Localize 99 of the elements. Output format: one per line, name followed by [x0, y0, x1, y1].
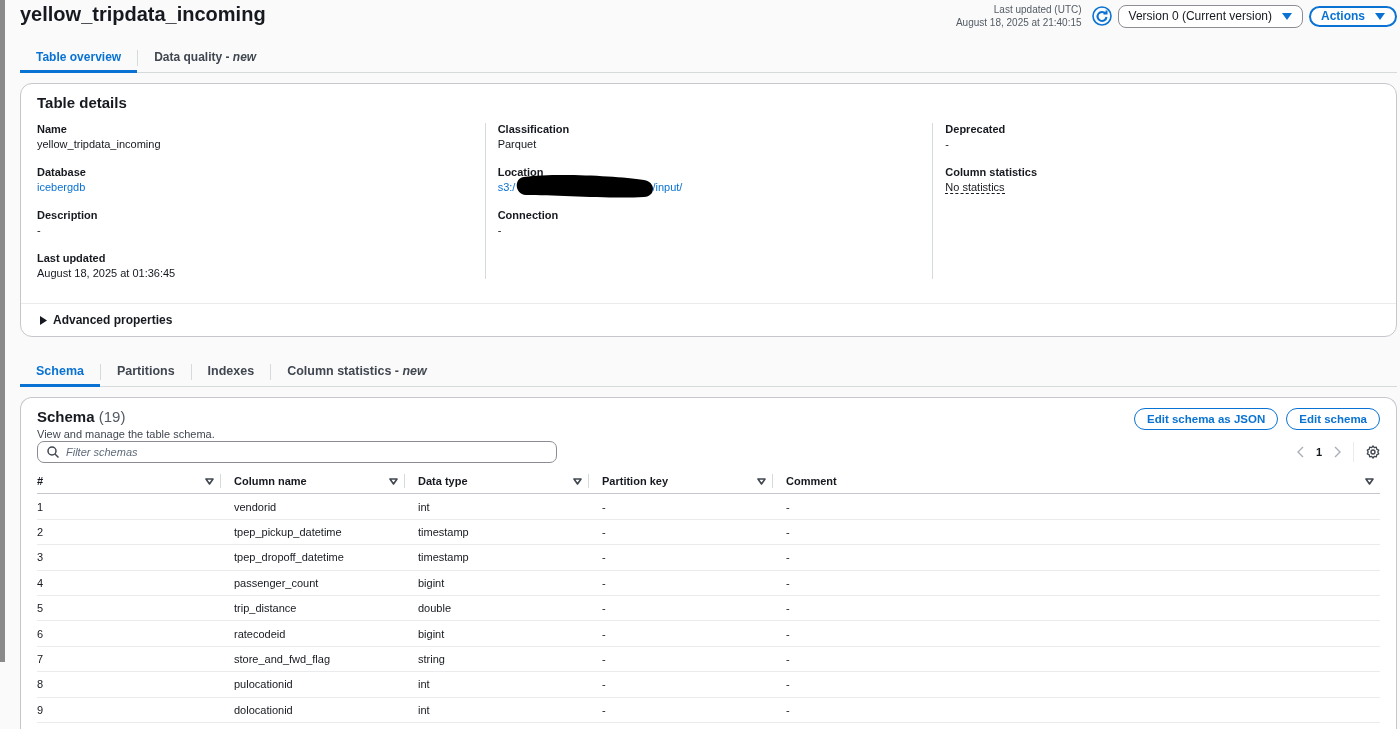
field-value: yellow_tripdata_incoming [37, 138, 162, 150]
caret-icon [1375, 12, 1385, 20]
advanced-properties-toggle[interactable]: Advanced properties [21, 303, 1396, 336]
table-cell-text: - [785, 525, 791, 538]
table-cell-text: 7 [37, 652, 45, 665]
field-value: Parquet [497, 138, 538, 150]
table-cell-text: - [601, 551, 607, 564]
sort-icon[interactable] [573, 477, 582, 485]
tab[interactable]: Partitions [100, 357, 191, 387]
field-label: Column statistics [945, 166, 1038, 178]
table-cell-text: ratecodeid [233, 627, 287, 640]
search-icon [47, 446, 59, 458]
field-value: - [945, 138, 950, 150]
field-label: Connection [497, 209, 560, 221]
table-cell-text: - [601, 525, 607, 538]
card-title: Table details [37, 94, 127, 111]
field-label: Description [37, 209, 99, 221]
edit-button[interactable]: Edit schema [1286, 408, 1380, 430]
table-cell-text: store_and_fwd_flag [233, 652, 331, 665]
table-cell-text: int [417, 500, 431, 513]
table-cell-text: bigint [417, 627, 446, 640]
table-cell-text: timestamp [417, 525, 470, 538]
table-cell-text: passenger_count [233, 576, 320, 589]
table-cell-text: 3 [37, 551, 45, 564]
edit-button[interactable]: Edit schema as JSON [1134, 408, 1279, 430]
card-title: Schema (19) [37, 408, 127, 425]
tab[interactable]: Data quality - new [138, 43, 273, 73]
table-cell-text: - [601, 500, 607, 513]
table-cell-text: timestamp [417, 551, 470, 564]
field-label: Location [497, 166, 545, 178]
table-cell-text: string [417, 652, 446, 665]
table-cell-text: 1 [37, 500, 45, 513]
location-link[interactable]: /input/ [652, 181, 683, 193]
settings-icon[interactable] [1366, 445, 1380, 459]
table-cell-text: - [601, 678, 607, 691]
field-value[interactable]: No statistics [945, 181, 1005, 194]
table-cell-text: - [601, 627, 607, 640]
sort-icon[interactable] [757, 477, 766, 485]
table-cell-text: tpep_pickup_datetime [233, 525, 343, 538]
table-cell-text: pulocationid [233, 678, 294, 691]
field-label: Deprecated [945, 123, 1007, 135]
column-header: Data type [418, 475, 468, 488]
table-cell-text: - [601, 602, 607, 615]
actions-button[interactable]: Actions [1309, 5, 1397, 27]
table-cell-text: - [785, 703, 791, 716]
card-description: View and manage the table schema. [37, 428, 215, 440]
sort-icon[interactable] [205, 477, 214, 485]
field-label: Last updated [37, 252, 107, 264]
table-cell-text: 4 [37, 576, 45, 589]
column-header: Column name [234, 475, 307, 488]
table-cell-text: int [417, 678, 431, 691]
column-header: Comment [786, 475, 837, 488]
tab[interactable]: Column statistics - new [271, 357, 443, 387]
field-value: - [497, 224, 503, 236]
version-select[interactable]: Version 0 (Current version) [1117, 4, 1303, 28]
tab[interactable]: Table overview [20, 43, 138, 73]
table-cell-text: 2 [37, 525, 45, 538]
table-cell-text: - [785, 678, 791, 691]
updated-time: August 18, 2025 at 21:40:15 [955, 16, 1082, 29]
expand-icon [39, 315, 47, 325]
table-cell-text: double [417, 602, 453, 615]
field-label: Database [37, 166, 87, 178]
database-link[interactable]: icebergdb [37, 181, 473, 193]
table-cell-text: tpep_dropoff_datetime [233, 551, 345, 564]
table-cell-text: dolocationid [233, 703, 294, 716]
table-cell-text: - [601, 576, 607, 589]
table-cell-text: - [601, 652, 607, 665]
table-cell-text: - [785, 576, 791, 589]
table-cell-text: vendorid [233, 500, 278, 513]
field-label: Classification [497, 123, 571, 135]
filter-field[interactable]: Filter schemas [37, 441, 557, 463]
tab[interactable]: Schema [20, 357, 100, 387]
field-value: August 18, 2025 at 01:36:45 [37, 267, 177, 279]
table-cell-text: trip_distance [233, 602, 298, 615]
refresh-icon[interactable] [1091, 6, 1112, 26]
caret-icon [1282, 12, 1292, 20]
sort-icon[interactable] [389, 477, 398, 485]
column-header: # [37, 475, 44, 488]
table-cell-text: 6 [37, 627, 45, 640]
table-cell-text: - [785, 602, 791, 615]
table-cell-text: - [785, 500, 791, 513]
sort-icon[interactable] [1365, 477, 1374, 485]
table-cell-text: - [785, 627, 791, 640]
table-cell-text: 8 [37, 678, 45, 691]
page-number[interactable]: 1 [1315, 446, 1322, 458]
table-cell-text: - [601, 703, 607, 716]
tab[interactable]: Indexes [191, 357, 271, 387]
table-cell-text: int [417, 703, 431, 716]
table-cell-text: 5 [37, 602, 45, 615]
location-link[interactable]: s3:/ [497, 181, 516, 193]
updated-label: Last updated (UTC) [992, 3, 1082, 16]
table-cell-text: - [785, 652, 791, 665]
page-title: yellow_tripdata_incoming [20, 3, 266, 26]
field-value: - [37, 224, 42, 236]
column-header: Partition key [602, 475, 669, 488]
table-cell-text: bigint [417, 576, 446, 589]
field-label: Name [37, 123, 68, 135]
table-cell-text: 9 [37, 703, 45, 716]
table-cell-text: - [785, 551, 791, 564]
